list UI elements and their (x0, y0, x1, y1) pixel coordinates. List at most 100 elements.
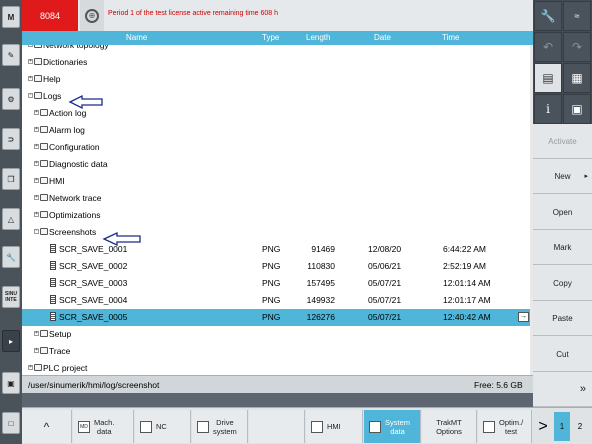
signal-icon[interactable]: ≈ (563, 1, 591, 31)
warning-icon[interactable]: △ (2, 208, 20, 230)
folder-row[interactable]: + Network topology (22, 45, 533, 54)
expand-toggle-icon[interactable]: + (34, 212, 39, 217)
file-name: SCR_SAVE_0003 (59, 278, 128, 288)
folder-row[interactable]: + Optimizations (22, 207, 533, 224)
open-button[interactable]: Open (533, 195, 592, 230)
screen-icon[interactable]: ▣ (2, 372, 20, 394)
open-arrow-icon[interactable]: → (518, 312, 529, 322)
undo-icon[interactable]: ↶ (534, 32, 562, 62)
file-date: 05/07/21 (368, 278, 402, 288)
file-icon (50, 244, 56, 253)
folder-row[interactable]: - Screenshots (22, 224, 533, 241)
folder-row[interactable]: + Trace (22, 343, 533, 360)
more-button[interactable]: » (533, 372, 592, 407)
folder-row[interactable]: + Alarm log (22, 122, 533, 139)
machine-menu-icon[interactable]: M (2, 6, 20, 28)
drive-system-button[interactable]: Drive system (192, 410, 248, 443)
hmi-button[interactable]: HMI (306, 410, 363, 443)
expand-toggle-icon[interactable]: + (34, 144, 39, 149)
folder-row[interactable]: + Help (22, 71, 533, 88)
optimization-icon (483, 420, 495, 433)
folder-row[interactable]: + PLC project (22, 360, 533, 375)
empty-softkey[interactable] (249, 410, 305, 443)
system-data-button[interactable]: System data (364, 410, 421, 443)
file-row[interactable]: SCR_SAVE_0003 PNG 157495 05/07/21 12:01:14 A… (22, 275, 533, 292)
info-icon[interactable]: i (534, 94, 562, 124)
separator (22, 393, 533, 407)
expand-toggle-icon[interactable]: + (34, 331, 39, 336)
folder-row[interactable]: + Network trace (22, 190, 533, 207)
column-time[interactable]: Time (442, 33, 459, 42)
column-date[interactable]: Date (374, 33, 391, 42)
expand-toggle-icon[interactable]: + (34, 161, 39, 166)
calculator-icon[interactable]: ▦ (563, 63, 591, 93)
folder-label: PLC project (43, 363, 88, 373)
expand-toggle-icon[interactable]: + (34, 195, 39, 200)
expand-toggle-icon[interactable]: + (34, 110, 39, 115)
file-type: PNG (262, 261, 281, 271)
activate-button[interactable]: Activate (533, 124, 592, 159)
nc-button[interactable]: NC (135, 410, 191, 443)
annotation-arrow-logs (68, 94, 103, 110)
expand-toggle-icon[interactable]: - (28, 93, 33, 98)
expand-toggle-icon[interactable]: + (28, 45, 33, 47)
copy-icon[interactable]: ❐ (2, 168, 20, 190)
trakmt-options-button[interactable]: TrakMT Options (422, 410, 477, 443)
copy-button[interactable]: Copy (533, 266, 592, 301)
expand-toggle-icon[interactable]: + (34, 127, 39, 132)
optim-test-button[interactable]: Optim./ test (478, 410, 532, 443)
folder-row[interactable]: + Dictionaries (22, 54, 533, 71)
expand-toggle-icon[interactable]: + (34, 348, 39, 353)
file-type: PNG (262, 244, 281, 254)
expand-arrow-icon[interactable]: ▸ (2, 330, 20, 352)
file-type: PNG (262, 312, 281, 322)
column-length[interactable]: Length (306, 33, 330, 42)
file-row[interactable]: SCR_SAVE_0004 PNG 149932 05/07/21 12:01:17 A… (22, 292, 533, 309)
mark-button[interactable]: Mark (533, 230, 592, 265)
file-row[interactable]: SCR_SAVE_0005 PNG 126276 05/07/21 12:40:42 A… (22, 309, 533, 326)
cut-button[interactable]: Cut (533, 337, 592, 372)
folder-label: HMI (49, 176, 65, 186)
folder-label: Help (43, 74, 61, 84)
file-length: 157495 (306, 278, 335, 288)
folder-row[interactable]: + Configuration (22, 139, 533, 156)
edit-icon[interactable]: ✎ (2, 44, 20, 66)
folder-row[interactable]: + HMI (22, 173, 533, 190)
new-button[interactable]: New ▸ (533, 159, 592, 194)
expand-toggle-icon[interactable]: + (28, 59, 33, 64)
window-icon[interactable]: ▤ (534, 63, 562, 93)
page-2-button[interactable]: 2 (572, 412, 588, 441)
bracket-icon[interactable]: ⊃ (2, 128, 20, 150)
expand-toggle-icon[interactable]: + (34, 178, 39, 183)
expand-toggle-icon[interactable]: - (34, 229, 39, 234)
column-type[interactable]: Type (262, 33, 279, 42)
drive-icon (197, 420, 209, 433)
camera-icon[interactable]: ▣ (563, 94, 591, 124)
wrench-icon[interactable]: 🔧 (534, 1, 562, 31)
menu-up-button[interactable]: ^ (22, 410, 72, 443)
paste-button[interactable]: Paste (533, 301, 592, 336)
settings-icon[interactable]: ⚙ (2, 88, 20, 110)
machine-data-button[interactable]: MD Mach. data (73, 410, 134, 443)
page-icon[interactable]: □ (2, 412, 20, 434)
folder-icon (40, 347, 48, 354)
folder-icon (40, 330, 48, 337)
column-name[interactable]: Name (126, 33, 147, 42)
expand-toggle-icon[interactable]: + (28, 76, 33, 81)
folder-label: Setup (49, 329, 72, 339)
file-row[interactable]: SCR_SAVE_0002 PNG 110830 05/06/21 2:52:19 AM (22, 258, 533, 275)
folder-row[interactable]: + Diagnostic data (22, 156, 533, 173)
wrench-icon[interactable]: 🔧 (2, 246, 20, 268)
folder-row[interactable]: + Setup (22, 326, 533, 343)
page-1-button[interactable]: 1 (554, 412, 570, 441)
column-header: Name Type Length Date Time (22, 31, 533, 45)
sinumerik-integrate-icon[interactable]: SINU INTE (2, 286, 20, 308)
file-date: 05/06/21 (368, 261, 402, 271)
file-row[interactable]: SCR_SAVE_0001 PNG 91469 12/08/20 6:44:22 AM (22, 241, 533, 258)
redo-icon[interactable]: ↷ (563, 32, 591, 62)
next-page-button[interactable]: > (533, 410, 553, 443)
folder-label: Dictionaries (43, 57, 88, 67)
free-space: Free: 5.6 GB (474, 380, 523, 390)
folder-label: Configuration (49, 142, 100, 152)
expand-toggle-icon[interactable]: + (28, 365, 33, 370)
